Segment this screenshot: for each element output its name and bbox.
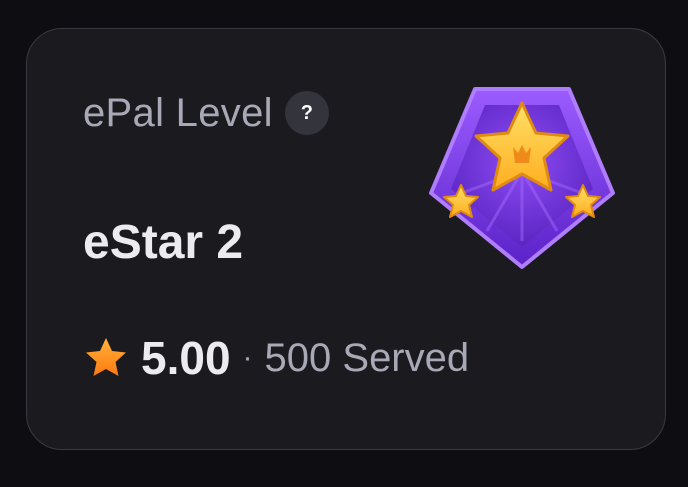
help-icon[interactable]: ? — [284, 91, 329, 135]
level-name: eStar 2 — [83, 216, 244, 269]
separator: · — [242, 341, 253, 374]
epal-level-card: ePal Level ? eStar 2 5.00 · 500 Served — [26, 28, 666, 450]
stats-row: 5.00 · 500 Served — [83, 335, 469, 381]
estar-badge-icon — [429, 87, 615, 269]
level-header: ePal Level ? — [83, 91, 329, 135]
served-count: 500 Served — [264, 336, 470, 380]
rating-value: 5.00 — [141, 332, 231, 384]
level-title: ePal Level — [83, 91, 273, 135]
star-icon — [86, 338, 126, 376]
